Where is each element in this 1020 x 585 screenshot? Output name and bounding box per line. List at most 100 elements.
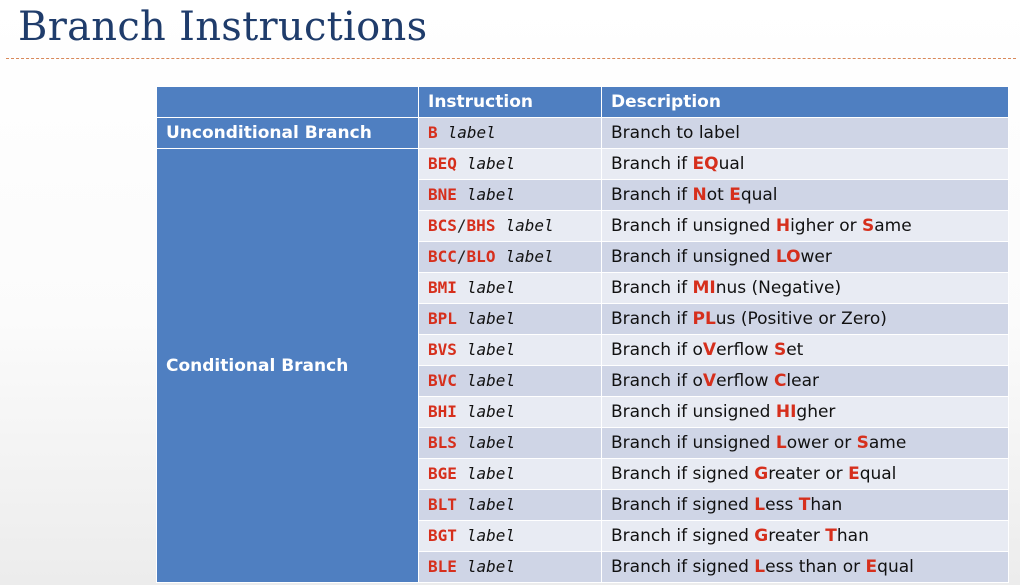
description-cell: Branch if signed Greater Than	[601, 520, 1009, 552]
mnemonic: BGT	[428, 526, 457, 545]
description-text: qual	[877, 557, 914, 577]
mnemonic: BHS	[466, 216, 496, 235]
description-cell: Branch if oVerflow Set	[601, 334, 1009, 366]
description-text: lear	[786, 371, 820, 391]
operand: label	[466, 557, 516, 576]
description-text: Branch if unsigned	[611, 247, 776, 267]
title-divider	[6, 58, 1016, 59]
instruction-cell: BLS label	[418, 427, 602, 459]
mnemonic: BLS	[428, 433, 457, 452]
description-text: reater	[768, 526, 826, 546]
mnemonic-letter-highlight: S	[862, 216, 875, 236]
mnemonic: B	[428, 123, 438, 142]
mnemonic-letter-highlight: V	[702, 371, 717, 391]
mnemonic: BPL	[428, 309, 457, 328]
mnemonic-separator: /	[456, 216, 467, 235]
instruction-cell: BGE label	[418, 458, 602, 490]
description-text: Branch if	[611, 278, 693, 298]
mnemonic: BMI	[428, 278, 457, 297]
description-text: ess than or	[765, 557, 866, 577]
table-body: Unconditional Branch Blabel Branch to labe…	[156, 117, 1009, 583]
operand: label	[466, 495, 516, 514]
operand: label	[466, 464, 516, 483]
instruction-cell: Blabel	[418, 117, 602, 149]
description-text: ual	[718, 154, 745, 174]
branch-instructions-table: Instruction Description Unconditional Br…	[156, 86, 1009, 583]
mnemonic-letter-highlight: LO	[775, 247, 801, 267]
description-text: han	[810, 495, 843, 515]
description-cell: Branch if Not Equal	[601, 179, 1009, 211]
description-cell: Branch if unsigned Lower or Same	[601, 427, 1009, 459]
mnemonic: BCC	[428, 247, 457, 266]
mnemonic: BLE	[428, 557, 457, 576]
operand: label	[466, 371, 516, 390]
description-text: gher	[796, 402, 836, 422]
instruction-cell: BCS/BHS label	[418, 210, 602, 242]
mnemonic-letter-highlight: L	[775, 433, 787, 453]
mnemonic: BVS	[428, 340, 457, 359]
description-text: Branch if signed	[611, 526, 755, 546]
description-text: Branch if	[611, 309, 693, 329]
description-text: Branch if o	[611, 340, 703, 360]
mnemonic-letter-highlight: G	[754, 526, 769, 546]
mnemonic: BLT	[428, 495, 457, 514]
description-cell: Branch if oVerflow Clear	[601, 365, 1009, 397]
operand: label	[466, 154, 516, 173]
mnemonic-letter-highlight: N	[692, 185, 707, 205]
instruction-cell: BMI label	[418, 272, 602, 304]
description-text: ess	[765, 495, 799, 515]
instruction-cell: BLT label	[418, 489, 602, 521]
description-cell: Branch if MInus (Negative)	[601, 272, 1009, 304]
operand: label	[466, 309, 516, 328]
description-text: us (Positive or Zero)	[715, 309, 887, 329]
description-text: erflow	[716, 340, 774, 360]
instruction-cell: BEQ label	[418, 148, 602, 180]
mnemonic-separator: /	[456, 247, 467, 266]
mnemonic-letter-highlight: L	[754, 495, 766, 515]
mnemonic: BGE	[428, 464, 457, 483]
instruction-cell: BHI label	[418, 396, 602, 428]
description-cell: Branch to label	[601, 117, 1009, 149]
description-cell: Branch if unsigned LOwer	[601, 241, 1009, 273]
description-cell: Branch if signed Less Than	[601, 489, 1009, 521]
description-text: igher or	[790, 216, 863, 236]
mnemonic: BLO	[466, 247, 496, 266]
description-text: Branch if unsigned	[611, 216, 776, 236]
mnemonic: BVC	[428, 371, 457, 390]
instruction-cell: BCC/BLO label	[418, 241, 602, 273]
description-text: Branch if o	[611, 371, 703, 391]
mnemonic-letter-highlight: T	[798, 495, 811, 515]
description-text: Branch if unsigned	[611, 402, 776, 422]
operand: label	[466, 278, 516, 297]
description-text: nus (Negative)	[715, 278, 842, 298]
description-cell: Branch if unsigned HIgher	[601, 396, 1009, 428]
mnemonic: BHI	[428, 402, 457, 421]
instruction-cell: BPL label	[418, 303, 602, 335]
mnemonic-letter-highlight: E	[848, 464, 860, 484]
mnemonic-letter-highlight: PL	[692, 309, 716, 329]
description-cell: Branch if signed Less than or Equal	[601, 551, 1009, 583]
description-cell: Branch if PLus (Positive or Zero)	[601, 303, 1009, 335]
description-text: Branch if signed	[611, 495, 755, 515]
description-cell: Branch if signed Greater or Equal	[601, 458, 1009, 490]
operand: label	[447, 123, 496, 142]
description-text: Branch if unsigned	[611, 433, 776, 453]
description-text: ower or	[786, 433, 857, 453]
description-text: ame	[874, 216, 912, 236]
mnemonic-letter-highlight: C	[773, 371, 787, 391]
mnemonic-letter-highlight: T	[825, 526, 837, 546]
description-text: Branch if signed	[611, 557, 755, 577]
description-text: qual	[859, 464, 897, 484]
instruction-cell: BVS label	[418, 334, 602, 366]
description-cell: Branch if unsigned Higher or Same	[601, 210, 1009, 242]
description-text: han	[836, 526, 869, 546]
mnemonic: BNE	[428, 185, 457, 204]
operand: label	[505, 216, 554, 235]
operand: label	[466, 433, 516, 452]
header-cell-description: Description	[601, 86, 1009, 118]
mnemonic-letter-highlight: MI	[692, 278, 716, 298]
table-row: Conditional Branch BEQ label Branch if EQua…	[156, 148, 1009, 583]
mnemonic-letter-highlight: V	[702, 340, 717, 360]
instruction-cell: BNE label	[418, 179, 602, 211]
description-text: reater or	[768, 464, 849, 484]
